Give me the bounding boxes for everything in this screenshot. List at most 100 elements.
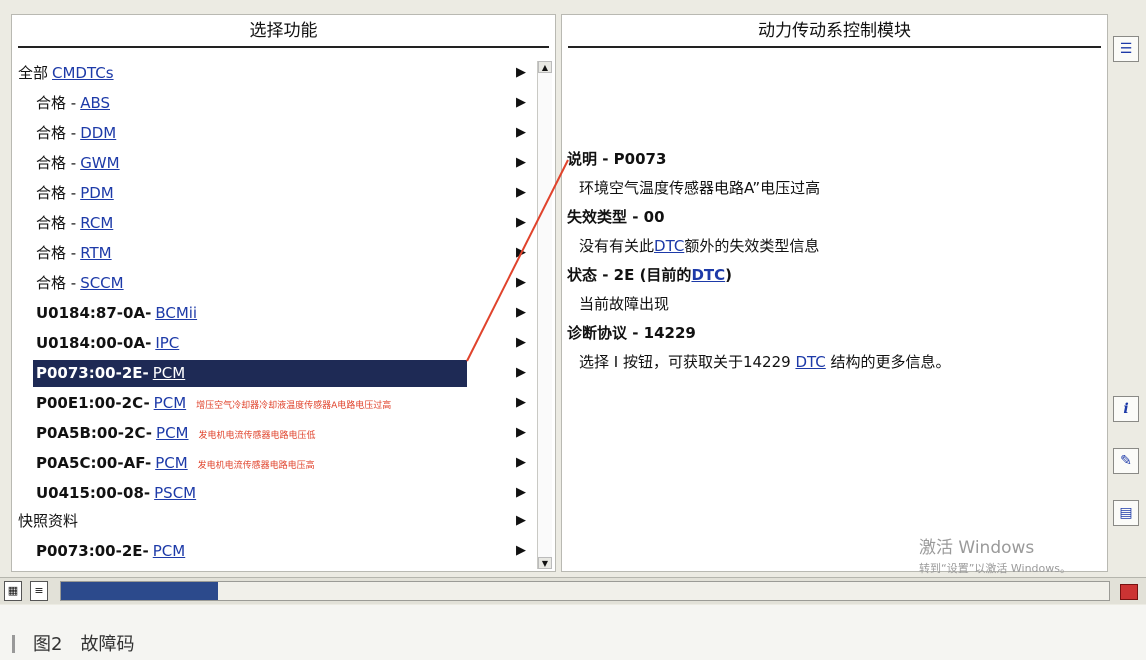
expand-arrow-icon[interactable]: ▶ — [516, 537, 526, 565]
function-row[interactable]: 合格 - DDM ▶ — [12, 119, 536, 147]
detail-text: 没有有关此 — [579, 237, 655, 255]
expand-arrow-icon[interactable]: ▶ — [516, 119, 526, 147]
caption-bar — [12, 635, 15, 653]
document-icon[interactable]: ▤ — [1113, 500, 1139, 526]
detail-heading: 失效类型 - 00 — [567, 203, 665, 231]
function-row[interactable]: P0A5B:00-2C- PCM 发电机电流传感器电路电压低 ▶ — [12, 419, 536, 447]
module-link[interactable]: PDM — [80, 184, 114, 202]
expand-arrow-icon[interactable]: ▶ — [516, 269, 526, 297]
expand-arrow-icon[interactable]: ▶ — [516, 59, 526, 87]
row-prefix: 合格 - — [36, 244, 77, 262]
info-icon[interactable]: i — [1113, 396, 1139, 422]
function-row[interactable]: 合格 - RCM ▶ — [12, 209, 536, 237]
function-row[interactable]: 合格 - GWM ▶ — [12, 149, 536, 177]
title-divider — [18, 46, 549, 48]
expand-arrow-icon[interactable]: ▶ — [516, 239, 526, 267]
function-row[interactable]: P0073:00-2E- PCM ▶ — [12, 359, 536, 387]
row-label: P0073:00-2E- PCM — [36, 537, 185, 565]
progress-fill — [61, 582, 219, 600]
module-link[interactable]: PCM — [156, 424, 188, 442]
annotation-note: 增压空气冷却器冷却液温度传感器A电路电压过高 — [196, 401, 392, 411]
module-link[interactable]: PCM — [153, 542, 185, 560]
detail-text: 选择 I 按钮，可获取关于14229 — [579, 353, 796, 371]
detail-text: 失效类型 - 00 — [567, 208, 665, 226]
detail-text: ) — [725, 266, 732, 284]
module-link[interactable]: IPC — [155, 334, 179, 352]
detail-text: 当前故障出现 — [579, 295, 670, 313]
function-select-panel: 选择功能 全部 CMDTCs ▶ 合格 - ABS ▶ 合格 - DDM ▶ 合格 - GWM ▶ 合格… — [11, 14, 556, 572]
list-scrollbar[interactable]: ▲ ▼ — [537, 61, 552, 569]
function-row[interactable]: 合格 - SCCM ▶ — [12, 269, 536, 297]
expand-arrow-icon[interactable]: ▶ — [516, 89, 526, 117]
expand-arrow-icon[interactable]: ▶ — [516, 507, 526, 535]
module-link[interactable]: DDM — [80, 124, 116, 142]
dtc-code: P00E1:00-2C- — [36, 394, 150, 412]
expand-arrow-icon[interactable]: ▶ — [516, 329, 526, 357]
list-icon[interactable]: ☰ — [1113, 36, 1139, 62]
function-row[interactable]: 合格 - RTM ▶ — [12, 239, 536, 267]
row-label: 快照资料 — [18, 507, 78, 535]
module-link[interactable]: SCCM — [80, 274, 123, 292]
watermark-title: 激活 Windows — [919, 538, 1035, 558]
page-icon[interactable]: ≡ — [30, 581, 48, 601]
module-link[interactable]: GWM — [80, 154, 119, 172]
module-link[interactable]: PCM — [155, 454, 187, 472]
figure-caption: 图2 故障码 — [12, 630, 134, 656]
row-prefix: 合格 - — [36, 184, 77, 202]
expand-arrow-icon[interactable]: ▶ — [516, 449, 526, 477]
function-row[interactable]: P0073:00-2E- PCM ▶ — [12, 537, 536, 565]
function-row[interactable]: P0A5C:00-AF- PCM 发电机电流传感器电路电压高 ▶ — [12, 449, 536, 477]
expand-arrow-icon[interactable]: ▶ — [516, 149, 526, 177]
row-label: P0A5C:00-AF- PCM 发电机电流传感器电路电压高 — [36, 449, 315, 480]
function-row[interactable]: 合格 - ABS ▶ — [12, 89, 536, 117]
row-label: P0073:00-2E- PCM — [36, 359, 185, 387]
module-link[interactable]: PCM — [153, 364, 185, 382]
module-link[interactable]: CMDTCs — [52, 64, 114, 82]
expand-arrow-icon[interactable]: ▶ — [516, 209, 526, 237]
function-row[interactable]: U0184:87-0A- BCMii ▶ — [12, 299, 536, 327]
module-link[interactable]: RCM — [80, 214, 113, 232]
scroll-up-icon[interactable]: ▲ — [538, 61, 552, 73]
dtc-link[interactable]: DTC — [795, 353, 825, 371]
dtc-code: P0073:00-2E- — [36, 364, 149, 382]
detail-text: 环境空气温度传感器电路A”电压过高 — [579, 179, 821, 197]
function-row[interactable]: U0415:00-08- PSCM ▶ — [12, 479, 536, 507]
function-row[interactable]: 合格 - PDM ▶ — [12, 179, 536, 207]
row-label: 合格 - SCCM — [36, 269, 124, 297]
book-icon[interactable]: ▦ — [4, 581, 22, 601]
expand-arrow-icon[interactable]: ▶ — [516, 389, 526, 417]
function-row[interactable]: 快照资料 ▶ — [12, 507, 536, 535]
title-divider — [568, 46, 1101, 48]
module-link[interactable]: PCM — [154, 394, 186, 412]
row-label: 合格 - DDM — [36, 119, 116, 147]
row-label: 合格 - RTM — [36, 239, 112, 267]
module-link[interactable]: RTM — [80, 244, 111, 262]
module-link[interactable]: BCMii — [155, 304, 197, 322]
function-row[interactable]: U0184:00-0A- IPC ▶ — [12, 329, 536, 357]
expand-arrow-icon[interactable]: ▶ — [516, 419, 526, 447]
detail-text: 状态 - 2E (目前的 — [567, 266, 692, 284]
expand-arrow-icon[interactable]: ▶ — [516, 299, 526, 327]
dtc-link[interactable]: DTC — [654, 237, 684, 255]
expand-arrow-icon[interactable]: ▶ — [516, 479, 526, 507]
scroll-down-icon[interactable]: ▼ — [538, 557, 552, 569]
module-detail-panel: 动力传动系控制模块 说明 - P0073 环境空气温度传感器电路A”电压过高 失效类… — [561, 14, 1108, 575]
detail-heading: 状态 - 2E (目前的DTC) — [567, 261, 732, 289]
row-prefix: 合格 - — [36, 274, 77, 292]
dtc-link[interactable]: DTC — [691, 266, 725, 284]
tools-icon[interactable]: ✎ — [1113, 448, 1139, 474]
detail-heading: 说明 - P0073 — [567, 145, 666, 173]
dtc-code: P0A5B:00-2C- — [36, 424, 153, 442]
row-prefix: 合格 - — [36, 124, 77, 142]
app-window: 选择功能 全部 CMDTCs ▶ 合格 - ABS ▶ 合格 - DDM ▶ 合格 - GWM ▶ 合格… — [0, 0, 1146, 605]
function-row[interactable]: P00E1:00-2C- PCM 增压空气冷却器冷却液温度传感器A电路电压过高 ▶ — [12, 389, 536, 417]
row-label: P0A5B:00-2C- PCM 发电机电流传感器电路电压低 — [36, 419, 316, 450]
activation-watermark: 激活 Windows 转到“设置”以激活 Windows。 — [919, 533, 1071, 576]
expand-arrow-icon[interactable]: ▶ — [516, 179, 526, 207]
module-link[interactable]: PSCM — [154, 484, 196, 502]
detail-text: 额外的失效类型信息 — [684, 237, 820, 255]
expand-arrow-icon[interactable]: ▶ — [516, 359, 526, 387]
function-row[interactable]: 全部 CMDTCs ▶ — [12, 59, 536, 87]
module-link[interactable]: ABS — [80, 94, 110, 112]
row-label: 合格 - ABS — [36, 89, 110, 117]
